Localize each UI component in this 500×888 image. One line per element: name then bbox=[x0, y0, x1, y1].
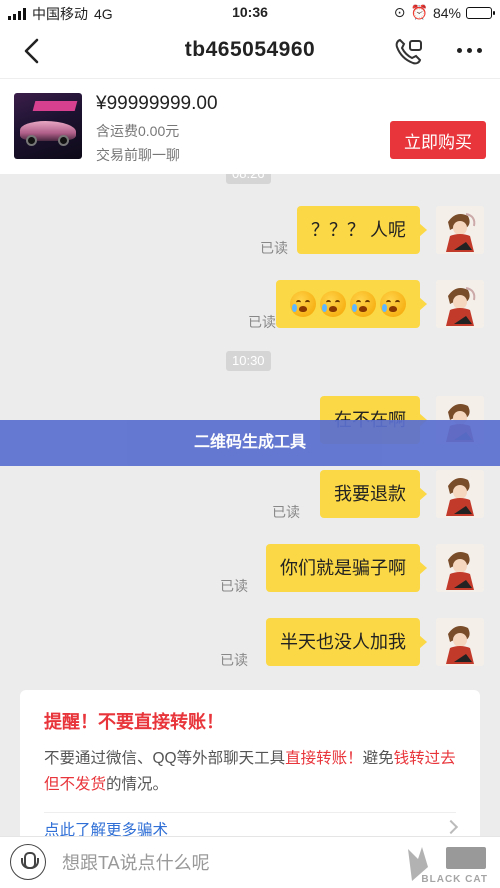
overlay-banner[interactable]: 二维码生成工具 bbox=[0, 420, 500, 466]
read-status: 已读 bbox=[248, 314, 276, 330]
avatar[interactable] bbox=[436, 206, 484, 254]
timestamp: 08:26 bbox=[226, 174, 271, 184]
crying-emoji-icon bbox=[290, 291, 316, 317]
buy-now-button[interactable]: 立即购买 bbox=[390, 121, 486, 159]
avatar[interactable] bbox=[436, 280, 484, 328]
message-bubble[interactable]: 半天也没人加我 bbox=[266, 618, 427, 666]
watermark-text: BLACK CAT bbox=[421, 874, 488, 885]
input-bar: BLACK CAT bbox=[0, 836, 500, 888]
microphone-icon[interactable] bbox=[10, 844, 46, 880]
warning-text-highlight: 直接转账！ bbox=[285, 750, 363, 767]
battery-icon bbox=[466, 6, 495, 19]
warning-body: 不要通过微信、QQ等外部聊天工具直接转账！避免钱转过去但不发货的情况。 bbox=[44, 746, 456, 798]
emoji-message-bubble[interactable] bbox=[276, 280, 427, 328]
nav-bar: tb465054960 bbox=[0, 26, 500, 78]
alarm-icon: ⏰ bbox=[410, 4, 428, 20]
learn-more-link[interactable]: 点此了解更多骗术 bbox=[44, 818, 168, 836]
car-wheel bbox=[58, 135, 69, 146]
read-status: 已读 bbox=[260, 240, 288, 256]
divider bbox=[44, 812, 456, 813]
more-options-icon[interactable] bbox=[457, 48, 482, 53]
message-bubble[interactable]: ？？？ 人呢 bbox=[296, 206, 428, 254]
car-wheel bbox=[26, 135, 37, 146]
avatar[interactable] bbox=[436, 544, 484, 592]
chevron-right-icon[interactable] bbox=[443, 819, 459, 835]
ask-before-trade: 交易前聊一聊 bbox=[96, 147, 180, 163]
phone-call-icon[interactable] bbox=[392, 36, 424, 66]
scam-warning-card: 提醒！不要直接转账！ 不要通过微信、QQ等外部聊天工具直接转账！避免钱转过去但不… bbox=[20, 690, 480, 836]
message-bubble[interactable]: 我要退款 bbox=[320, 470, 427, 518]
status-bar: 中国移动 4G 10:36 ⊙ ⏰ 84% bbox=[0, 0, 500, 26]
warning-title: 提醒！不要直接转账！ bbox=[44, 712, 224, 732]
chat-area[interactable]: 08:26 ？？？ 人呢 已读 已读 10:30 在不在啊 我要退款 已读 你们… bbox=[0, 174, 500, 836]
shipping-info: 含运费0.00元 bbox=[96, 123, 180, 139]
warning-text: 的情况。 bbox=[106, 776, 169, 793]
timestamp: 10:30 bbox=[226, 351, 271, 371]
avatar[interactable] bbox=[436, 470, 484, 518]
crying-emoji-icon bbox=[320, 291, 346, 317]
read-status: 已读 bbox=[220, 652, 248, 668]
chat-title: tb465054960 bbox=[184, 38, 316, 61]
product-price: ¥99999999.00 bbox=[96, 93, 218, 114]
thumbnail-banner bbox=[32, 101, 78, 111]
crying-emoji-icon bbox=[380, 291, 406, 317]
message-input[interactable] bbox=[62, 848, 372, 878]
emoji-row bbox=[290, 280, 406, 328]
avatar[interactable] bbox=[436, 618, 484, 666]
battery-label: 84% bbox=[432, 4, 461, 21]
status-right: ⊙ ⏰ 84% bbox=[393, 4, 495, 21]
message-bubble[interactable]: 你们就是骗子啊 bbox=[266, 544, 427, 592]
crying-emoji-icon bbox=[350, 291, 376, 317]
warning-text: 避免 bbox=[362, 750, 394, 767]
warning-text: 不要通过微信、QQ等外部聊天工具 bbox=[44, 750, 286, 767]
orientation-lock-icon: ⊙ bbox=[393, 4, 406, 20]
product-thumbnail[interactable] bbox=[14, 93, 82, 159]
read-status: 已读 bbox=[220, 578, 248, 594]
read-status: 已读 bbox=[272, 504, 300, 520]
product-card[interactable]: ¥99999999.00 含运费0.00元 交易前聊一聊 立即购买 bbox=[0, 78, 500, 174]
black-cat-watermark-logo: BLACK CAT bbox=[402, 841, 494, 887]
